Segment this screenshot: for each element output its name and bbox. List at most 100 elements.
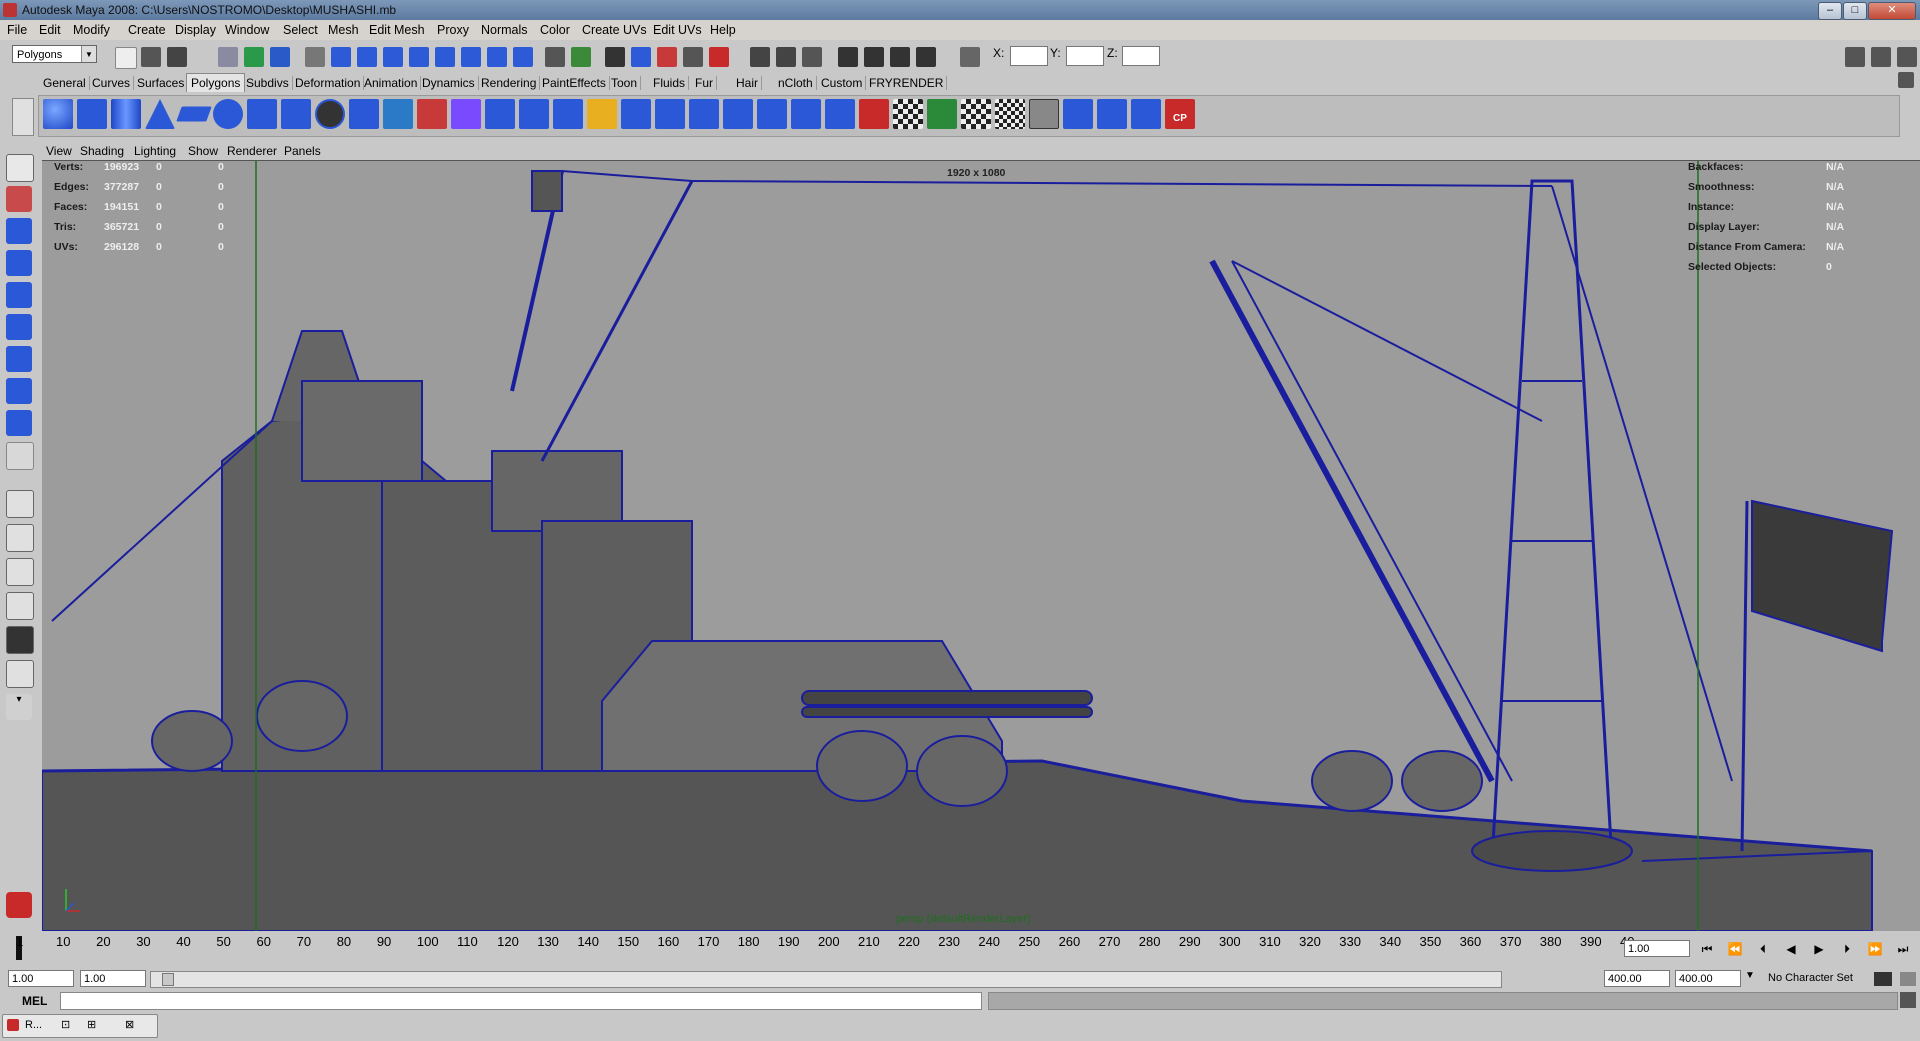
step-forward-frame-icon[interactable]: ⏵ [1837, 940, 1857, 958]
maximize-icon[interactable]: □ [1843, 2, 1867, 20]
tab-fryrender[interactable]: FRYRENDER [866, 76, 948, 90]
last-tool-icon[interactable] [6, 442, 34, 470]
animation-start-field[interactable]: 1.00 [8, 970, 74, 987]
shelf-menu-icon[interactable] [12, 98, 34, 136]
soft-mod-icon[interactable] [6, 378, 32, 404]
poly-cylinder-icon[interactable] [111, 99, 141, 129]
boolean-icon[interactable] [417, 99, 447, 129]
texture-editor-icon[interactable] [1063, 99, 1093, 129]
animation-end-field[interactable]: 400.00 [1675, 970, 1741, 987]
step-forward-key-icon[interactable]: ⏩ [1865, 940, 1885, 958]
rotate-tool-icon[interactable] [6, 282, 32, 308]
tab-painteffects[interactable]: PaintEffects [539, 76, 610, 90]
y-field[interactable] [1066, 46, 1104, 66]
minimized-window[interactable]: R... ⊡ ⊞ ⊠ [2, 1014, 158, 1038]
chevron-down-icon[interactable]: ▼ [1745, 970, 1759, 987]
play-backward-icon[interactable]: ◀ [1781, 940, 1801, 958]
collapse-icon[interactable] [825, 99, 855, 129]
spherical-map-icon[interactable] [961, 99, 991, 129]
poly-plane-icon[interactable] [176, 106, 212, 122]
panel-menu-show[interactable]: Show [188, 144, 218, 158]
render-view-icon[interactable] [838, 47, 858, 67]
command-language-label[interactable]: MEL [22, 994, 47, 1008]
lasso-tool-icon[interactable] [6, 186, 32, 212]
step-back-frame-icon[interactable]: ⏴ [1753, 940, 1773, 958]
command-input[interactable] [60, 992, 982, 1010]
select-tool-icon[interactable] [6, 154, 34, 182]
trash-icon[interactable] [1898, 72, 1914, 88]
tab-curves[interactable]: Curves [89, 76, 135, 90]
poly-sphere-icon[interactable] [43, 99, 73, 129]
transform-input-icon[interactable] [960, 47, 980, 67]
ipr-render-icon[interactable] [890, 47, 910, 67]
uv-layout-icon[interactable] [1131, 99, 1161, 129]
select-hierarchy-icon[interactable] [218, 47, 238, 67]
go-to-end-icon[interactable]: ⏭ [1893, 940, 1913, 958]
open-scene-icon[interactable] [141, 47, 161, 67]
attribute-editor-icon[interactable] [1845, 47, 1865, 67]
snap-view-icon[interactable] [683, 47, 703, 67]
script-editor-icon[interactable] [1900, 992, 1916, 1008]
select-object-icon[interactable] [244, 47, 264, 67]
menu-help[interactable]: Help [710, 23, 736, 37]
layouts-chevron-icon[interactable]: ▾ [6, 694, 32, 720]
panel-menu-renderer[interactable]: Renderer [227, 144, 277, 158]
panel-menu-panels[interactable]: Panels [284, 144, 321, 158]
animation-prefs-icon[interactable] [1900, 972, 1916, 986]
pick-mask-icon[interactable] [305, 47, 325, 67]
tab-toon[interactable]: Toon [608, 76, 642, 90]
scale-tool-icon[interactable] [6, 314, 32, 340]
move-tool-icon[interactable] [6, 250, 32, 276]
tab-subdivs[interactable]: Subdivs [243, 76, 293, 90]
menu-mesh[interactable]: Mesh [328, 23, 359, 37]
snap-point-icon[interactable] [657, 47, 677, 67]
new-scene-icon[interactable] [115, 47, 137, 69]
extrude-icon[interactable] [553, 99, 583, 129]
tab-fur[interactable]: Fur [692, 76, 717, 90]
tab-surfaces[interactable]: Surfaces [134, 76, 189, 90]
mask-rendering-icon[interactable] [487, 47, 507, 67]
tab-dynamics[interactable]: Dynamics [419, 76, 479, 90]
render-globals-icon[interactable] [916, 47, 936, 67]
mask-deform-icon[interactable] [435, 47, 455, 67]
tab-animation[interactable]: Animation [361, 76, 422, 90]
smooth-icon[interactable] [451, 99, 481, 129]
menu-normals[interactable]: Normals [481, 23, 528, 37]
menu-create-uvs[interactable]: Create UVs [582, 23, 647, 37]
character-set-field[interactable]: No Character Set [1765, 970, 1865, 987]
insert-edge-loop-icon[interactable] [689, 99, 719, 129]
poly-helix-icon[interactable] [315, 99, 345, 129]
range-slider-handle[interactable] [162, 973, 174, 986]
persp-graph-outliner-icon[interactable] [6, 660, 34, 688]
mask-surfaces-icon[interactable] [409, 47, 429, 67]
planar-map-icon[interactable] [893, 99, 923, 129]
select-component-icon[interactable] [270, 47, 290, 67]
channel-box-icon[interactable] [1897, 47, 1917, 67]
tab-hair[interactable]: Hair [733, 76, 763, 90]
bevel-icon[interactable] [757, 99, 787, 129]
save-scene-icon[interactable] [167, 47, 187, 67]
four-pane-icon[interactable] [6, 524, 34, 552]
perspective-viewport[interactable]: Verts: 196923 0 0 Edges: 377287 0 0 Faces: 1941… [42, 160, 1920, 931]
menu-edit-uvs[interactable]: Edit UVs [653, 23, 702, 37]
tab-fluids[interactable]: Fluids [650, 76, 690, 90]
menu-file[interactable]: File [7, 23, 27, 37]
input-ops-icon[interactable] [750, 47, 770, 67]
split-icon[interactable] [655, 99, 685, 129]
restore-icon[interactable]: ⊡ [61, 1018, 70, 1031]
universal-manipulator-icon[interactable] [6, 346, 32, 372]
poke-icon[interactable] [859, 99, 889, 129]
construction-history-icon[interactable] [802, 47, 822, 67]
make-live-icon[interactable] [709, 47, 729, 67]
hypershade-icon[interactable] [1097, 99, 1127, 129]
mask-joints-icon[interactable] [357, 47, 377, 67]
poly-cube-icon[interactable] [77, 99, 107, 129]
bridge-icon[interactable] [587, 99, 617, 129]
snap-curve-icon[interactable] [631, 47, 651, 67]
menu-window[interactable]: Window [225, 23, 269, 37]
poly-prism-icon[interactable] [247, 99, 277, 129]
menu-proxy[interactable]: Proxy [437, 23, 469, 37]
close-small-icon[interactable]: ⊠ [125, 1018, 134, 1031]
menu-create[interactable]: Create [128, 23, 166, 37]
snap-grid-icon[interactable] [605, 47, 625, 67]
